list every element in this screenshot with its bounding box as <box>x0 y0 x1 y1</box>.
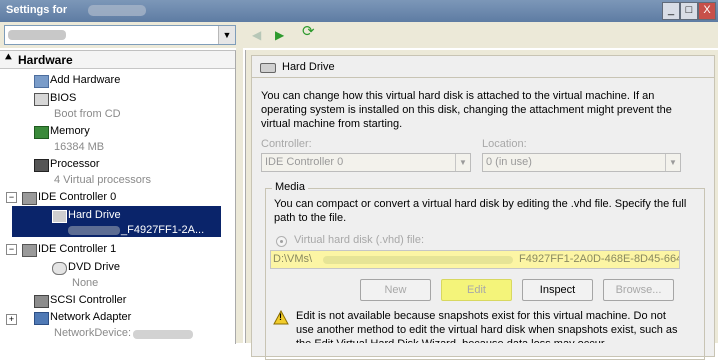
chevron-up-double-icon: ⯅ <box>4 52 13 64</box>
refresh-icon[interactable]: ⟳ <box>302 24 315 39</box>
media-group-label: Media <box>272 181 308 193</box>
location-value: 0 (in use) <box>486 156 532 168</box>
forward-icon[interactable]: ▶ <box>275 28 284 42</box>
sidebar-item-add-hardware[interactable]: Add Hardware <box>34 73 224 89</box>
collapse-icon[interactable]: − <box>6 192 17 203</box>
sidebar-item-memory[interactable]: Memory <box>34 124 224 140</box>
settings-detail-pane: Hard Drive You can change how this virtu… <box>245 50 718 360</box>
memory-subtext: 16384 MB <box>54 141 105 153</box>
sidebar-item-ide-controller-1[interactable]: IDE Controller 1 <box>22 242 222 258</box>
chevron-down-icon: ▼ <box>455 154 470 171</box>
sidebar-item-label: Network Adapter <box>50 311 132 323</box>
scsi-controller-icon <box>34 295 49 308</box>
panel-heading: Hard Drive <box>282 61 335 73</box>
sidebar-item-processor[interactable]: Processor <box>34 157 224 173</box>
vhd-radio-label: Virtual hard disk (.vhd) file: <box>294 234 425 246</box>
sidebar-item-label: Add Hardware <box>50 74 121 86</box>
sidebar-item-ide-controller-0[interactable]: IDE Controller 0 <box>22 190 222 206</box>
collapse-icon[interactable]: − <box>6 244 17 255</box>
vm-name-redacted <box>88 5 146 16</box>
vhd-path-start: D:\VMs\ <box>273 253 313 265</box>
vm-select-dropdown[interactable]: ▼ <box>4 25 236 45</box>
processor-subtext: 4 Virtual processors <box>54 174 152 186</box>
sidebar-item-label: Hard Drive <box>68 209 121 221</box>
inspect-button[interactable]: Inspect <box>522 279 593 301</box>
sidebar-item-bios[interactable]: BIOS <box>34 91 224 107</box>
sidebar-item-hard-drive[interactable]: Hard Drive <box>52 208 217 224</box>
media-description: You can compact or convert a virtual har… <box>274 198 687 224</box>
new-button[interactable]: New <box>360 279 431 301</box>
vhd-path-redacted <box>323 256 513 264</box>
window-title: Settings for <box>6 4 68 16</box>
sidebar-item-label: Memory <box>50 125 90 137</box>
vhd-path-field[interactable]: D:\VMs\ F4927FF1-2A0D-468E-8D45-664F25A <box>270 250 680 269</box>
controller-label: Controller: <box>261 138 312 150</box>
dvd-drive-subtext: None <box>72 277 99 289</box>
dvd-drive-icon <box>52 262 67 275</box>
sidebar-item-label: SCSI Controller <box>50 294 127 306</box>
toolbar: ▼ ◀ ▶ ⟳ <box>0 22 718 48</box>
network-device-redacted <box>133 330 193 339</box>
close-button[interactable]: X <box>698 2 716 20</box>
controller-select[interactable]: IDE Controller 0 ▼ <box>261 153 471 172</box>
ide-controller-icon <box>22 192 37 205</box>
browse-button[interactable]: Browse... <box>603 279 674 301</box>
vhd-name-redacted <box>68 226 120 235</box>
sidebar-item-label: IDE Controller 1 <box>38 243 117 255</box>
bios-icon <box>34 93 49 106</box>
hard-drive-subtext: _F4927FF1-2A... <box>121 224 205 236</box>
add-hardware-icon <box>34 75 49 88</box>
sidebar-item-network-adapter[interactable]: Network Adapter <box>34 310 224 326</box>
window-title-bar: Settings for _ □ X <box>0 0 718 22</box>
sidebar-item-label: IDE Controller 0 <box>38 191 117 203</box>
ide-controller-icon <box>22 244 37 257</box>
radio-dot <box>280 240 283 243</box>
minimize-button[interactable]: _ <box>662 2 680 20</box>
processor-icon <box>34 159 49 172</box>
sidebar-item-label: Processor <box>50 158 100 170</box>
network-adapter-icon <box>34 312 49 325</box>
sidebar-item-label: DVD Drive <box>68 261 120 273</box>
hardware-header-label: Hardware <box>18 53 73 67</box>
hard-drive-icon <box>260 63 276 73</box>
panel-description: You can change how this virtual hard dis… <box>261 90 672 130</box>
back-icon[interactable]: ◀ <box>252 28 261 42</box>
network-adapter-subtext: NetworkDevice: <box>54 327 132 339</box>
hard-drive-icon <box>52 210 67 223</box>
vm-select-value-redacted <box>8 30 66 40</box>
hardware-tree: ⯅ Hardware Add Hardware BIOS Boot from C… <box>0 50 236 344</box>
chevron-down-icon: ▼ <box>665 154 680 171</box>
edit-button[interactable]: Edit <box>441 279 512 301</box>
sidebar-item-label: BIOS <box>50 92 77 104</box>
bios-subtext: Boot from CD <box>54 108 121 120</box>
heading-divider <box>252 77 714 78</box>
sidebar-item-dvd-drive[interactable]: DVD Drive <box>52 260 222 276</box>
pane-splitter[interactable] <box>236 48 243 343</box>
warning-glyph: ! <box>279 312 282 322</box>
sidebar-item-scsi-controller[interactable]: SCSI Controller <box>34 293 224 309</box>
memory-icon <box>34 126 49 139</box>
controller-value: IDE Controller 0 <box>265 156 344 168</box>
vhd-path-end: F4927FF1-2A0D-468E-8D45-664F25A <box>519 253 679 265</box>
warning-text: Edit is not available because snapshots … <box>296 310 678 343</box>
maximize-button[interactable]: □ <box>680 2 698 20</box>
location-select[interactable]: 0 (in use) ▼ <box>482 153 681 172</box>
expand-icon[interactable]: + <box>6 314 17 325</box>
location-label: Location: <box>482 138 527 150</box>
dropdown-arrow-icon[interactable]: ▼ <box>218 26 235 44</box>
vhd-radio-button[interactable] <box>276 236 287 247</box>
hardware-section-header[interactable]: ⯅ Hardware <box>0 51 235 69</box>
